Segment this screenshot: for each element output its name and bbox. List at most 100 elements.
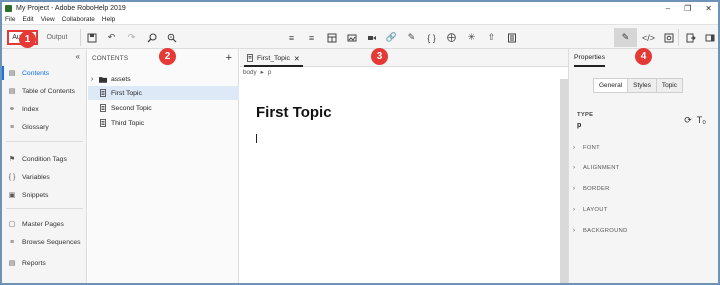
tree-topic-third[interactable]: Third Topic [88, 116, 239, 130]
insert-link-icon[interactable]: 🔗 [386, 32, 397, 43]
toggle-panel-icon[interactable] [704, 32, 715, 43]
output-mode-button[interactable]: Output [44, 30, 70, 45]
numbered-list-icon[interactable]: ≡ [306, 32, 317, 43]
callout-1: 1 [19, 31, 36, 48]
insert-table-icon[interactable] [326, 32, 337, 43]
chevron-right-icon: › [573, 145, 576, 151]
section-alignment[interactable]: › ALIGNMENT [573, 162, 715, 174]
author-edit-button[interactable]: ✎ [614, 28, 637, 47]
key-icon: ⚭ [9, 106, 15, 113]
topic-heading[interactable]: First Topic [256, 104, 332, 121]
contents-icon: ▤ [8, 70, 16, 77]
sequence-icon: ≡ [9, 238, 15, 246]
breadcrumb-p[interactable]: p [268, 69, 272, 76]
maximize-icon[interactable]: ❐ [684, 4, 691, 13]
toolbar-divider [80, 29, 81, 46]
tab-topic[interactable]: Topic [657, 79, 682, 92]
close-icon[interactable]: ✕ [705, 4, 712, 13]
menu-collaborate[interactable]: Collaborate [62, 16, 95, 23]
add-circle-icon[interactable]: ⨁ [446, 32, 457, 43]
menu-help[interactable]: Help [102, 16, 115, 23]
undo-icon[interactable]: ↶ [106, 32, 117, 43]
insert-above-icon[interactable]: ⇧ [486, 32, 497, 43]
tab-label: First_Topic [257, 55, 290, 62]
breadcrumb-body[interactable]: body [243, 69, 257, 76]
tree-folder-assets[interactable]: › assets [88, 72, 239, 86]
special-character-icon[interactable]: ✳ [466, 32, 477, 43]
clear-format-icon[interactable]: T₀ [697, 115, 706, 126]
properties-panel: Properties General Styles Topic TYPE p ⟳… [568, 49, 718, 283]
menu-file[interactable]: File [5, 16, 15, 23]
nav-item-browse-sequences[interactable]: ≡ Browse Sequences [2, 233, 87, 251]
insert-video-icon[interactable] [366, 32, 377, 43]
topic-file-icon [99, 89, 107, 97]
tree-topic-second[interactable]: Second Topic [88, 101, 239, 115]
tag-icon: ⚑ [8, 156, 16, 163]
editor-area: First_Topic ✕ body ▸ p First Topic [240, 49, 568, 283]
section-font[interactable]: › FONT [573, 142, 715, 154]
nav-item-contents[interactable]: ▤ Contents [2, 64, 87, 82]
nav-item-variables[interactable]: { } Variables [2, 168, 87, 186]
braces-icon: { } [8, 173, 16, 181]
tab-styles[interactable]: Styles [628, 79, 657, 92]
nav-item-glossary[interactable]: ≡ Glossary [2, 118, 87, 136]
properties-header[interactable]: Properties [574, 49, 605, 67]
collapse-panel-icon[interactable]: « [76, 52, 80, 61]
master-page-icon: ▢ [8, 221, 16, 228]
editor-tab-bar: First_Topic ✕ [240, 49, 568, 67]
source-code-icon[interactable]: </> [642, 32, 655, 43]
callout-3: 3 [371, 48, 388, 65]
window-title: My Project - Adobe RoboHelp 2019 [16, 4, 126, 12]
section-border[interactable]: › BORDER [573, 183, 715, 195]
redo-icon[interactable]: ↷ [126, 32, 137, 43]
add-icon[interactable]: + [226, 52, 232, 64]
minimize-icon[interactable]: – [666, 4, 670, 13]
search-icon[interactable] [146, 32, 157, 43]
tree-topic-first[interactable]: First Topic [88, 86, 239, 100]
reports-icon: ▤ [8, 260, 16, 267]
nav-item-reports[interactable]: ▤ Reports [2, 254, 87, 272]
section-layout[interactable]: › LAYOUT [573, 204, 715, 216]
breadcrumb: body ▸ p [243, 69, 271, 76]
insert-image-icon[interactable] [346, 32, 357, 43]
chevron-right-icon: › [573, 165, 576, 171]
toolbar-divider-right [678, 29, 679, 46]
snippet-icon: ▣ [8, 192, 16, 199]
pencil-icon: ✎ [621, 32, 630, 42]
vertical-scrollbar[interactable] [560, 79, 568, 283]
tab-general[interactable]: General [594, 79, 629, 92]
menu-view[interactable]: View [41, 16, 55, 23]
chevron-right-icon: › [573, 186, 576, 192]
eraser-icon[interactable]: ✎ [406, 32, 417, 43]
preview-icon[interactable] [663, 32, 674, 43]
close-tab-icon[interactable]: ✕ [294, 55, 300, 63]
nav-item-master-pages[interactable]: ▢ Master Pages [2, 215, 87, 233]
menu-bar: File Edit View Collaborate Help [2, 14, 718, 24]
nav-item-index[interactable]: ⚭ Index [2, 100, 87, 118]
callout-4: 4 [635, 48, 652, 65]
nav-item-snippets[interactable]: ▣ Snippets [2, 186, 87, 204]
tab-first-topic[interactable]: First_Topic ✕ [244, 52, 303, 67]
chevron-right-icon: › [573, 228, 576, 234]
nav-item-table-of-contents[interactable]: ▤ Table of Contents [2, 82, 87, 100]
bullet-list-icon[interactable]: ≡ [286, 32, 297, 43]
find-replace-icon[interactable] [166, 32, 177, 43]
nav-item-condition-tags[interactable]: ⚑ Condition Tags [2, 150, 87, 168]
menu-edit[interactable]: Edit [22, 16, 33, 23]
callout-2: 2 [159, 48, 176, 65]
expand-arrow-icon[interactable]: › [91, 76, 99, 83]
robohelp-app-icon [5, 4, 12, 12]
open-external-icon[interactable] [685, 32, 696, 43]
section-background[interactable]: › BACKGROUND [573, 225, 715, 237]
nav-divider-2 [6, 208, 83, 209]
properties-tabs: General Styles Topic [593, 78, 684, 93]
glossary-icon: ≡ [9, 123, 15, 131]
chevron-right-icon: › [573, 207, 576, 213]
topic-file-icon [99, 104, 107, 112]
page-layout-icon[interactable] [506, 32, 517, 43]
braces-variable-icon[interactable]: { } [426, 32, 437, 43]
refresh-icon[interactable]: ⟳ [684, 115, 692, 126]
window-controls: – ❐ ✕ [666, 2, 712, 14]
save-icon[interactable] [86, 32, 97, 43]
main-toolbar: Author Output ↶ ↷ ≡ ≡ 🔗 ✎ { } ⨁ ✳ ⇧ [2, 24, 718, 49]
